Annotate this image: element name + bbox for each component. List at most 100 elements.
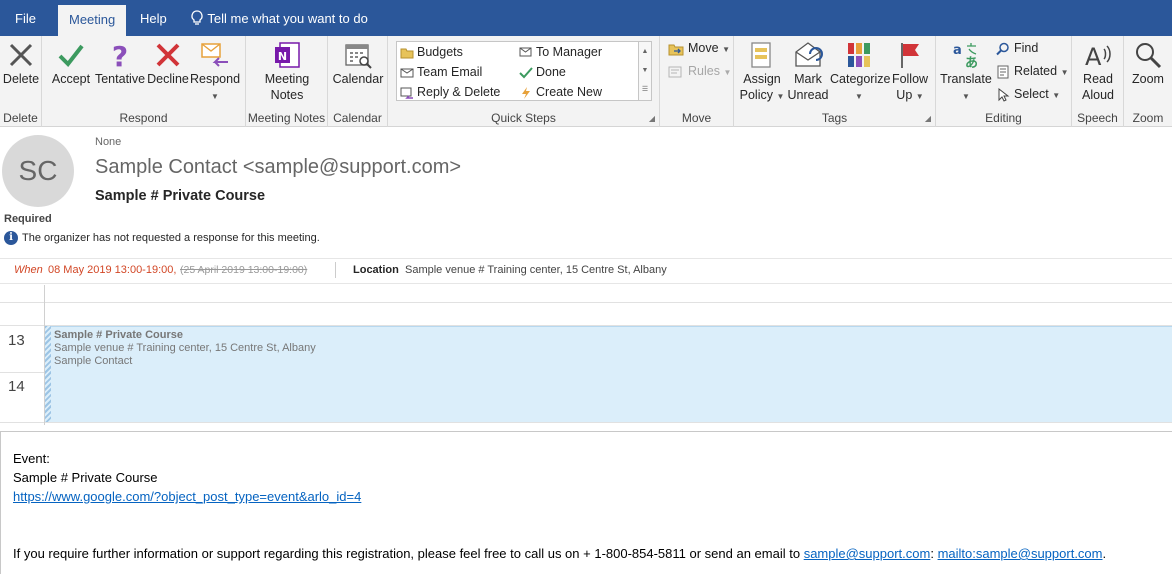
follow-up-button[interactable]: Follow Up ▼: [888, 38, 932, 105]
group-calendar: Calendar Calendar: [328, 36, 388, 127]
tab-meeting[interactable]: Meeting: [58, 5, 127, 36]
quick-steps-gallery: Budgets To Manager Team Email Done Reply…: [396, 41, 652, 101]
group-meeting-notes: N Meeting Notes Meeting Notes: [246, 36, 328, 127]
tentative-label: Tentative: [94, 72, 146, 86]
group-speech: A Read Aloud Speech: [1072, 36, 1124, 127]
calendar-button[interactable]: Calendar: [330, 38, 386, 87]
calendar-gridline: [0, 422, 1172, 423]
when-date: 08 May 2019 13:00-19:00,: [48, 264, 177, 276]
select-label: Select: [1014, 87, 1049, 101]
group-move: Move ▼ Rules ▼ Move: [660, 36, 734, 127]
group-label-respond: Respond: [119, 111, 168, 125]
calendar-event-block[interactable]: [45, 326, 1172, 422]
flag-icon: [901, 43, 919, 68]
tags-launcher-icon[interactable]: ◢: [925, 114, 931, 123]
related-button[interactable]: Related ▼: [996, 64, 1069, 79]
translate-label: Translate: [940, 72, 992, 86]
categorize-icon: [848, 43, 870, 67]
location-value: Sample venue # Training center, 15 Centr…: [405, 264, 667, 276]
quick-steps-launcher-icon[interactable]: ◢: [649, 114, 655, 123]
group-label-calendar: Calendar: [333, 111, 382, 125]
mark-unread-icon: [795, 42, 823, 67]
tab-file[interactable]: File: [15, 0, 36, 36]
accept-button[interactable]: Accept: [50, 38, 92, 87]
event-location: Sample venue # Training center, 15 Centr…: [54, 342, 316, 354]
categorize-button[interactable]: Categorize ▼: [830, 38, 891, 105]
quick-step-to-manager[interactable]: To Manager: [519, 45, 602, 59]
calendar-label: Calendar: [332, 72, 384, 86]
event-title: Sample # Private Course: [54, 329, 184, 341]
required-attendees-label: Required: [4, 213, 52, 225]
quick-step-team-email[interactable]: Team Email: [400, 65, 482, 79]
mark-unread-label-2: Unread: [787, 88, 829, 102]
find-button[interactable]: Find: [996, 41, 1038, 56]
group-delete: Delete Delete: [0, 36, 42, 127]
find-label: Find: [1014, 41, 1039, 55]
quick-step-label: Team Email: [417, 65, 483, 79]
move-button[interactable]: Move ▼: [668, 41, 730, 56]
ribbon: Delete Delete Accept ? Tentative Decline…: [0, 36, 1172, 127]
svg-text:あ: あ: [965, 56, 978, 70]
assign-policy-dropdown-icon: ▼: [776, 92, 785, 101]
group-respond: Accept ? Tentative Decline Respond ▼ Resp…: [42, 36, 246, 127]
checkmark-icon: [58, 44, 84, 68]
categorize-label: Categorize: [830, 72, 891, 86]
decline-label: Decline: [147, 72, 189, 86]
svg-text:?: ?: [112, 40, 128, 70]
assign-policy-button[interactable]: Assign Policy ▼: [738, 38, 786, 105]
meeting-notes-label-2: Notes: [270, 88, 304, 102]
group-label-meeting-notes: Meeting Notes: [247, 111, 326, 125]
categorize-dropdown-icon: ▼: [855, 92, 863, 101]
quick-step-create-new[interactable]: Create New: [519, 85, 602, 99]
body-paragraph: If you require further information or su…: [13, 546, 1106, 561]
move-dropdown-icon: ▼: [722, 45, 730, 54]
onenote-icon: N: [275, 42, 300, 68]
hour-label-14: 14: [8, 378, 25, 395]
envelope-icon: [400, 68, 414, 78]
question-mark-icon: ?: [112, 40, 128, 70]
zoom-button[interactable]: Zoom: [1126, 38, 1170, 87]
body-mailto-link[interactable]: mailto:sample@support.com: [938, 546, 1103, 561]
respond-button[interactable]: Respond ▼: [190, 38, 240, 105]
find-magnifier-icon: [996, 42, 1009, 55]
quick-step-done[interactable]: Done: [519, 65, 566, 79]
body-separator: :: [930, 546, 938, 561]
quick-steps-scroll[interactable]: ▲ ▼ ☰: [638, 41, 652, 101]
select-button[interactable]: Select ▼: [996, 87, 1060, 102]
respond-label: Respond: [190, 72, 241, 86]
quick-step-label: Reply & Delete: [417, 85, 501, 99]
sender-name[interactable]: Sample Contact <sample@support.com>: [95, 156, 461, 179]
quick-step-label: Create New: [536, 85, 602, 99]
group-label-quick-steps: Quick Steps: [491, 111, 556, 125]
quick-step-budgets[interactable]: Budgets: [400, 45, 463, 59]
body-email-link[interactable]: sample@support.com: [804, 546, 931, 561]
group-label-move: Move: [681, 111, 712, 125]
meeting-notes-button[interactable]: N Meeting Notes: [256, 38, 318, 103]
quick-step-reply-delete[interactable]: Reply & Delete: [400, 85, 500, 99]
group-label-editing: Editing: [985, 111, 1022, 125]
translate-dropdown-icon: ▼: [962, 92, 970, 101]
accept-label: Accept: [51, 72, 91, 86]
tentative-stripe: [45, 326, 51, 422]
avatar: SC: [2, 135, 74, 207]
respond-dropdown-icon: ▼: [211, 92, 219, 101]
delete-button[interactable]: Delete: [0, 38, 42, 87]
response-status: None: [95, 136, 122, 148]
read-aloud-button[interactable]: A Read Aloud: [1074, 38, 1122, 103]
tentative-button[interactable]: ? Tentative: [94, 38, 146, 87]
read-aloud-label-1: Read: [1083, 72, 1113, 86]
tab-help[interactable]: Help: [140, 0, 167, 36]
group-zoom: Zoom Zoom: [1124, 36, 1172, 127]
group-editing: aあ Translate ▼ Find Related ▼ Select ▼ Ed…: [936, 36, 1072, 127]
translate-button[interactable]: aあ Translate ▼: [938, 38, 994, 105]
forward-envelope-icon: [519, 47, 532, 57]
zoom-label: Zoom: [1132, 72, 1164, 86]
mark-unread-button[interactable]: Mark Unread: [786, 38, 830, 103]
zoom-magnifier-icon: [1136, 43, 1162, 69]
calendar-icon: [345, 44, 372, 69]
ribbon-tab-bar: File Meeting Help Tell me what you want …: [0, 0, 1172, 36]
body-event-link[interactable]: https://www.google.com/?object_post_type…: [13, 489, 361, 504]
decline-button[interactable]: Decline: [146, 38, 190, 87]
rules-button[interactable]: Rules ▼: [668, 64, 731, 79]
tell-me-search[interactable]: Tell me what you want to do: [190, 0, 368, 36]
